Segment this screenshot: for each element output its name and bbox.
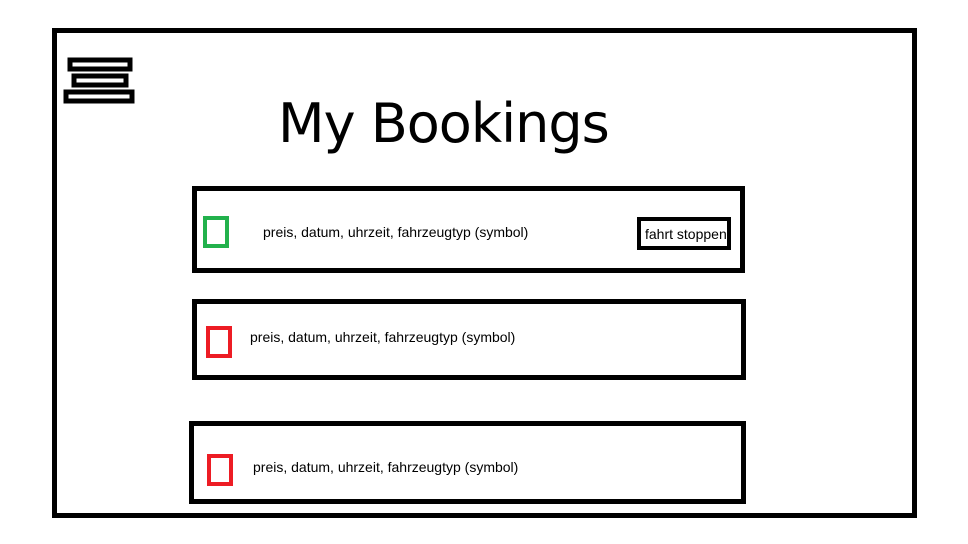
booking-card[interactable]: preis, datum, uhrzeit, fahrzeugtyp (symb…	[192, 299, 746, 380]
booking-summary: preis, datum, uhrzeit, fahrzeugtyp (symb…	[253, 459, 519, 475]
booking-summary: preis, datum, uhrzeit, fahrzeugtyp (symb…	[263, 224, 529, 240]
booking-summary: preis, datum, uhrzeit, fahrzeugtyp (symb…	[250, 329, 516, 345]
booking-card[interactable]: preis, datum, uhrzeit, fahrzeugtyp (symb…	[192, 186, 745, 273]
status-inactive-indicator	[207, 454, 233, 486]
stop-ride-button[interactable]: fahrt stoppen	[637, 217, 731, 250]
booking-card[interactable]: preis, datum, uhrzeit, fahrzeugtyp (symb…	[189, 421, 746, 504]
status-active-indicator	[203, 216, 229, 248]
page-title: My Bookings	[278, 92, 610, 155]
status-inactive-indicator	[206, 326, 232, 358]
menu-icon[interactable]	[62, 57, 136, 105]
